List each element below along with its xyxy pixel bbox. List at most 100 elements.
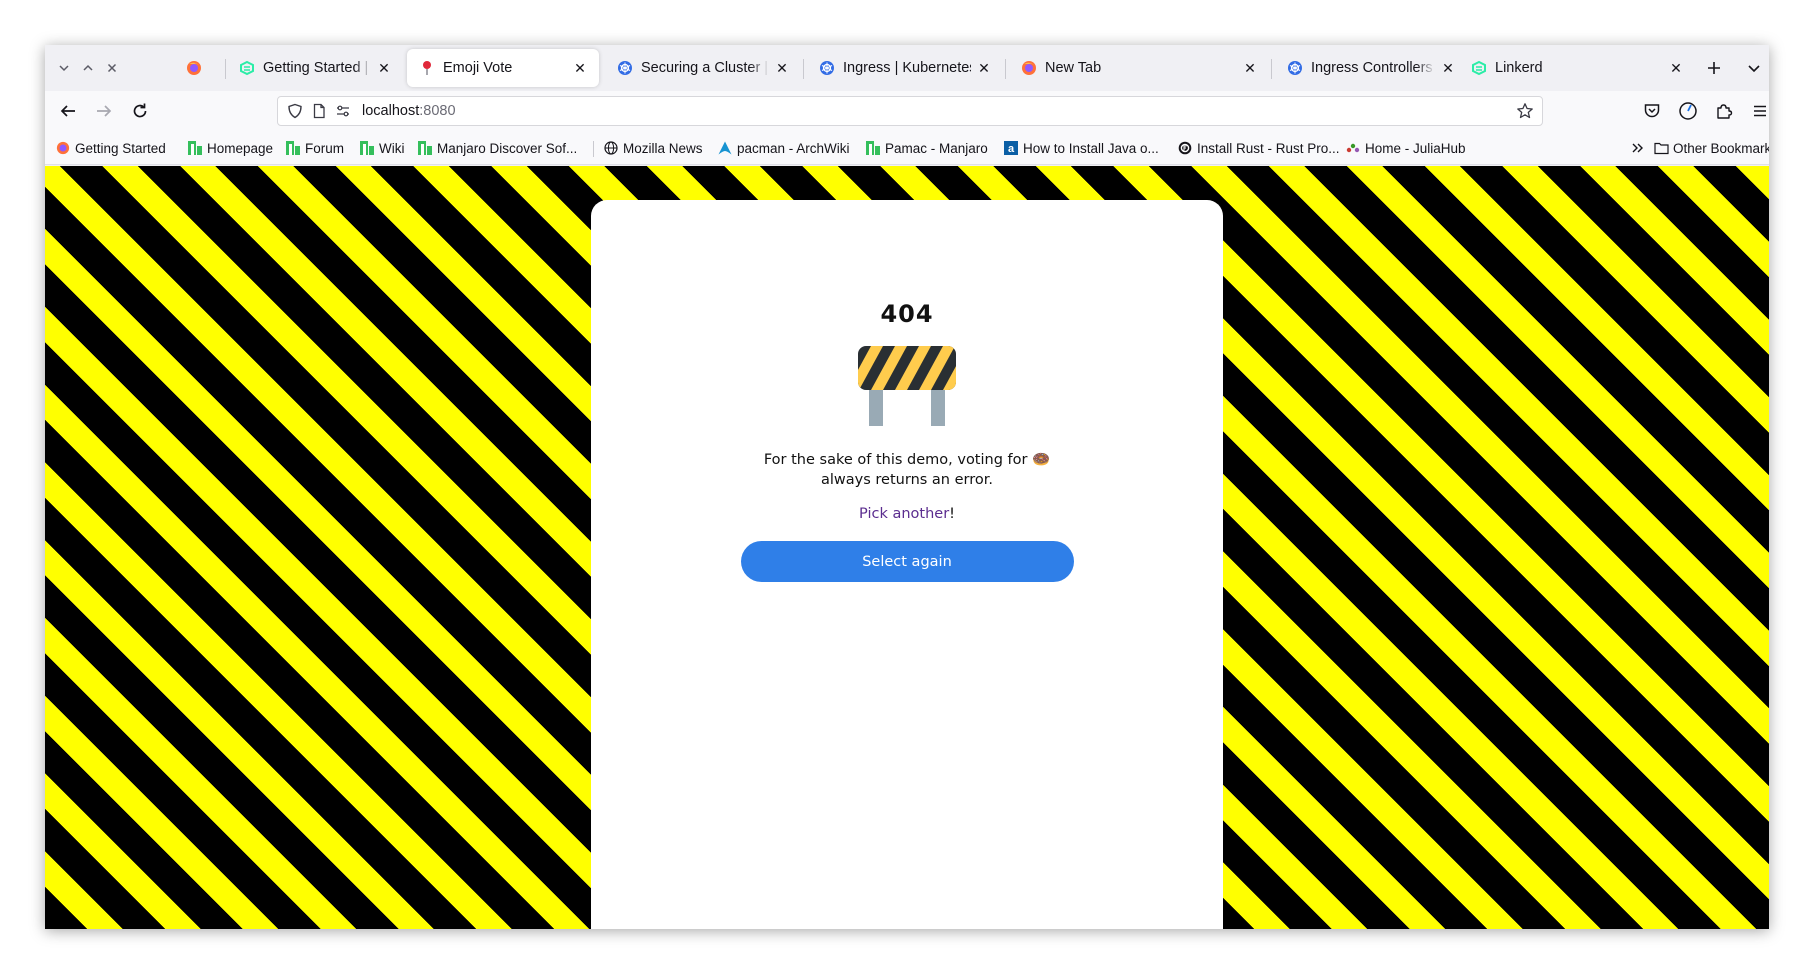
tab-securing-a-cluster[interactable]: Securing a Cluster | Kubernetes ✕ (605, 49, 801, 87)
extensions-puzzle-icon[interactable] (1709, 97, 1739, 125)
bookmark-label: Manjaro Discover Sof... (437, 140, 578, 156)
julia-icon (1345, 140, 1361, 156)
manjaro-icon (359, 140, 375, 156)
arch-icon (717, 140, 733, 156)
bookmark-mozilla-news[interactable]: Mozilla News (603, 139, 703, 157)
error-code: 404 (880, 300, 934, 328)
reload-icon[interactable] (125, 97, 155, 125)
back-arrow-icon[interactable] (53, 97, 83, 125)
bookmark-pacman-archwiki[interactable]: pacman - ArchWiki (717, 139, 850, 157)
a-icon: a (1003, 140, 1019, 156)
url-bar[interactable]: localhost:8080 (277, 96, 1543, 126)
tab-separator (1271, 59, 1272, 79)
tab-linkerd[interactable]: Linkerd ✕ (1459, 49, 1695, 87)
message-suffix: always returns an error. (821, 472, 993, 488)
close-tab-icon[interactable]: ✕ (375, 59, 393, 77)
url-port: :8080 (419, 103, 456, 119)
bookmark-juliahub[interactable]: Home - JuliaHub (1345, 139, 1466, 157)
pocket-icon[interactable] (1637, 97, 1667, 125)
bookmark-wiki[interactable]: Wiki (359, 139, 405, 157)
bookmark-label: Pamac - Manjaro (885, 140, 988, 156)
clock-extension-icon[interactable] (1673, 97, 1703, 125)
tab-title: Linkerd (1495, 60, 1543, 76)
bookmark-label: Wiki (379, 140, 405, 156)
other-bookmarks[interactable]: Other Bookmarks (1653, 139, 1769, 157)
bookmark-homepage[interactable]: Homepage (187, 139, 273, 157)
bookmark-separator (593, 141, 594, 157)
firefox-icon (1021, 60, 1037, 76)
close-tab-icon[interactable]: ✕ (1439, 59, 1457, 77)
manjaro-icon (865, 140, 881, 156)
manjaro-icon (187, 140, 203, 156)
close-tab-icon[interactable]: ✕ (975, 59, 993, 77)
kubernetes-icon (617, 60, 633, 76)
navigation-toolbar: localhost:8080 (45, 91, 1769, 131)
bookmark-manjaro-discover[interactable]: Manjaro Discover Sof... (417, 139, 577, 157)
kubernetes-icon (819, 60, 835, 76)
bookmark-star-icon[interactable] (1514, 100, 1536, 122)
message-prefix: For the sake of this demo, voting for (763, 452, 1028, 468)
close-tab-icon[interactable]: ✕ (1241, 59, 1259, 77)
bookmark-pamac-manjaro[interactable]: Pamac - Manjaro (865, 139, 988, 157)
tab-title: Ingress | Kubernetes (843, 60, 971, 76)
url-host: localhost (362, 103, 420, 119)
close-window-icon[interactable] (101, 57, 123, 79)
close-tab-icon[interactable]: ✕ (773, 59, 791, 77)
tab-title: New Tab (1045, 60, 1102, 76)
pick-another-line: Pick another! (859, 506, 955, 522)
svg-text:a: a (1008, 143, 1015, 155)
minimize-icon[interactable] (53, 57, 75, 79)
bookmark-label: Getting Started (75, 140, 166, 156)
bookmark-getting-started[interactable]: Getting Started (55, 139, 166, 157)
bookmark-label: pacman - ArchWiki (737, 140, 850, 156)
tab-separator (1005, 59, 1006, 79)
close-tab-icon[interactable]: ✕ (571, 59, 589, 77)
construction-barrier-icon (858, 346, 956, 426)
bookmark-install-rust[interactable]: Install Rust - Rust Pro... (1177, 139, 1340, 157)
close-tab-icon[interactable]: ✕ (1667, 59, 1685, 77)
pick-suffix: ! (949, 506, 955, 522)
firefox-icon (55, 140, 71, 156)
page-viewport: 404 For the sake of this demo, voting fo (45, 166, 1769, 929)
pick-another-link[interactable]: Pick another (859, 506, 949, 522)
bookmarks-toolbar: Getting Started Homepage Forum Wiki Manj… (45, 131, 1769, 165)
linkerd-icon (239, 60, 255, 76)
hamburger-menu-icon[interactable] (1745, 97, 1769, 125)
tracking-protection-shield-icon[interactable] (284, 100, 306, 122)
bookmark-label: Install Rust - Rust Pro... (1197, 140, 1340, 156)
tab-title: Getting Started | Linkerd (263, 60, 371, 76)
list-all-tabs-chevron-down-icon[interactable] (1742, 56, 1766, 80)
tab-title: Securing a Cluster | Kubernetes (641, 60, 769, 76)
linkerd-icon (1471, 60, 1487, 76)
tab-separator (225, 59, 226, 79)
page-icon[interactable] (308, 100, 330, 122)
maximize-icon[interactable] (77, 57, 99, 79)
tab-ingress-kubernetes[interactable]: Ingress | Kubernetes ✕ (807, 49, 1003, 87)
rust-icon (1177, 140, 1193, 156)
tab-emoji-vote[interactable]: Emoji Vote ✕ (407, 49, 599, 87)
bookmark-forum[interactable]: Forum (285, 139, 344, 157)
bookmark-label: Forum (305, 140, 345, 156)
tab-title: Ingress Controllers | Kubernetes (1311, 60, 1435, 76)
error-card: 404 For the sake of this demo, voting fo (591, 200, 1223, 929)
select-again-button[interactable]: Select again (740, 541, 1074, 582)
tab-ingress-controllers[interactable]: Ingress Controllers | Kubernetes ✕ (1275, 49, 1467, 87)
bookmark-label: How to Install Java o... (1023, 140, 1159, 156)
manjaro-icon (285, 140, 301, 156)
permissions-icon[interactable] (332, 100, 354, 122)
forward-arrow-icon[interactable] (89, 97, 119, 125)
tab-getting-started-linkerd[interactable]: Getting Started | Linkerd ✕ (227, 49, 403, 87)
url-text[interactable]: localhost:8080 (362, 103, 456, 119)
tab-firefox-pinned[interactable] (169, 49, 219, 87)
browser-window: Getting Started | Linkerd ✕ Emoji Vote ✕… (45, 45, 1769, 929)
more-bookmarks-chevron-icon[interactable] (1631, 139, 1645, 157)
bookmark-label: Other Bookmarks (1673, 140, 1769, 156)
bookmark-install-java[interactable]: a How to Install Java o... (1003, 139, 1159, 157)
doughnut-emoji: 🍩 (1032, 452, 1051, 468)
manjaro-icon (417, 140, 433, 156)
new-tab-plus-icon[interactable] (1702, 56, 1726, 80)
error-message: For the sake of this demo, voting for 🍩 … (737, 450, 1077, 490)
tab-separator (803, 59, 804, 79)
tab-new-tab[interactable]: New Tab ✕ (1009, 49, 1269, 87)
globe-icon (603, 140, 619, 156)
